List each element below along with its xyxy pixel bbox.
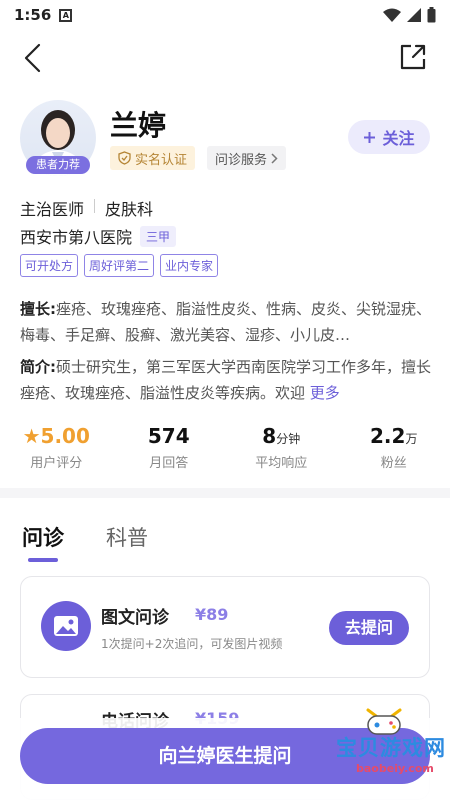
- shield-icon: [118, 151, 131, 165]
- active-tab-indicator: [28, 558, 58, 562]
- divider: [94, 199, 96, 213]
- share-icon[interactable]: [398, 42, 428, 72]
- response-value: 8: [262, 424, 277, 448]
- answers-value: 574: [147, 424, 190, 448]
- status-time: 1:56: [14, 6, 52, 24]
- signal-icon: [407, 8, 421, 22]
- follow-button[interactable]: 关注: [348, 120, 430, 154]
- tag-prescription: 可开处方: [20, 254, 79, 277]
- verified-label: 实名认证: [135, 152, 188, 168]
- response-unit: 分钟: [276, 432, 301, 446]
- tag-expert: 业内专家: [160, 254, 219, 277]
- intro-section: 简介:硕士研究生，第三军医大学西南医院学习工作多年，擅长痤疮、玫瑰痤疮、脂溢性皮…: [20, 354, 432, 406]
- rating-label: 用户评分: [30, 456, 83, 471]
- follow-label: 关注: [382, 129, 415, 148]
- response-label: 平均响应: [255, 456, 308, 471]
- tag-weekly-rating: 周好评第二: [84, 254, 155, 277]
- section-divider: [0, 488, 450, 498]
- fans-label: 粉丝: [380, 456, 407, 471]
- more-link[interactable]: 更多: [310, 384, 340, 402]
- rating-value: 5.00: [40, 424, 90, 448]
- hospital-level-badge: 三甲: [140, 225, 177, 247]
- doctor-department: 皮肤科: [105, 200, 154, 219]
- doctor-name: 兰婷: [110, 109, 167, 142]
- expertise-section: 擅长:痤疮、玫瑰痤疮、脂溢性皮炎、性病、皮炎、尖锐湿疣、梅毒、手足癣、股癣、激光…: [20, 296, 432, 348]
- doctor-tags: 可开处方 周好评第二 业内专家: [20, 254, 219, 277]
- stats-row: ★5.00 用户评分 574 月回答 8分钟 平均响应 2.2万 粉丝: [0, 424, 450, 474]
- fans-unit: 万: [405, 432, 418, 446]
- answers-label: 月回答: [149, 456, 189, 471]
- watermark-text: 宝贝游戏网: [336, 736, 446, 760]
- battery-icon: [427, 7, 436, 23]
- consult-service-label: 问诊服务: [215, 152, 268, 168]
- stat-fans: 2.2万 粉丝: [338, 424, 450, 474]
- service-desc: 1次提问+2次追问，可发图片视频: [101, 637, 283, 651]
- chevron-right-icon: [271, 152, 278, 164]
- service-card-text[interactable]: 图文问诊 ¥89 1次提问+2次追问，可发图片视频 去提问: [20, 576, 430, 678]
- tab-science[interactable]: 科普: [106, 522, 148, 552]
- watermark-url: baobeiy.com: [356, 762, 434, 775]
- doctor-title-row: 主治医师 皮肤科: [20, 196, 153, 220]
- status-icons: [383, 7, 436, 23]
- intro-text: 硕士研究生，第三军医大学西南医院学习工作多年，擅长痤疮、玫瑰痤疮、脂溢性皮炎等疾…: [20, 358, 432, 402]
- notification-a-icon: A: [59, 8, 73, 22]
- intro-label: 简介:: [20, 358, 56, 376]
- fans-value: 2.2: [370, 424, 406, 448]
- status-bar: 1:56 A: [0, 0, 450, 30]
- nav-bar: [0, 38, 450, 78]
- expertise-text: 痤疮、玫瑰痤疮、脂溢性皮炎、性病、皮炎、尖锐湿疣、梅毒、手足癣、股癣、激光美容、…: [20, 300, 432, 344]
- doctor-title: 主治医师: [20, 200, 85, 219]
- avatar-badge: 患者力荐: [26, 156, 90, 174]
- stat-rating: ★5.00 用户评分: [0, 424, 113, 474]
- stat-monthly-answers: 574 月回答: [113, 424, 226, 474]
- service-title: 图文问诊: [101, 608, 169, 628]
- back-arrow-icon[interactable]: [20, 42, 48, 74]
- service-price: ¥89: [195, 605, 229, 624]
- doctor-hospital[interactable]: 西安市第八医院: [20, 224, 132, 248]
- plus-icon: [364, 131, 376, 143]
- verified-badge[interactable]: 实名认证: [110, 146, 196, 170]
- consult-service-link[interactable]: 问诊服务: [207, 146, 287, 170]
- ask-button[interactable]: 去提问: [329, 611, 409, 645]
- wifi-icon: [383, 8, 401, 22]
- watermark: 宝贝游戏网 baobeiy.com: [328, 706, 445, 790]
- tab-consultation[interactable]: 问诊: [22, 522, 64, 552]
- expertise-label: 擅长:: [20, 300, 56, 318]
- image-icon: [41, 601, 91, 651]
- doctor-hospital-row: 西安市第八医院 三甲: [20, 224, 177, 248]
- stat-response-time: 8分钟 平均响应: [225, 424, 338, 474]
- star-icon: ★: [22, 424, 41, 448]
- tab-bar: 问诊 科普: [0, 518, 450, 564]
